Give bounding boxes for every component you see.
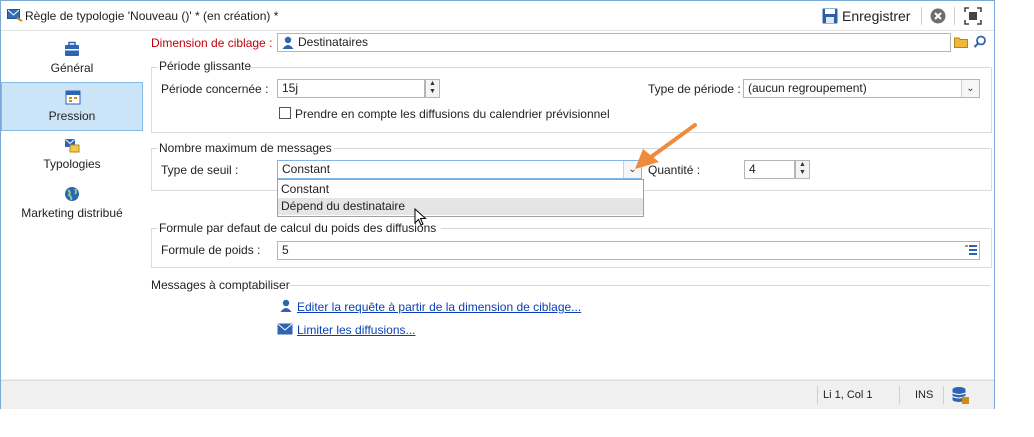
quantity-spinner[interactable]: ▲ ▼ xyxy=(795,160,810,179)
weight-formula-input[interactable]: 5 xyxy=(277,241,980,260)
threshold-type-dropdown-list: Constant Dépend du destinataire xyxy=(277,179,644,217)
sidebar-item-marketing-distribue[interactable]: Marketing distribué xyxy=(1,180,143,229)
weight-formula-label: Formule de poids : xyxy=(161,243,261,257)
annotation-arrow-icon xyxy=(635,123,697,169)
forecast-calendar-label: Prendre en compte les diffusions du cale… xyxy=(295,107,610,121)
sidebar-item-label: Typologies xyxy=(43,157,101,171)
targeting-dimension-value: Destinataires xyxy=(298,35,369,49)
window-title: Règle de typologie 'Nouveau ()' * (en cr… xyxy=(25,9,279,23)
threshold-type-select[interactable]: Constant ⌄ xyxy=(277,160,642,179)
group-divider xyxy=(289,285,990,286)
status-divider xyxy=(817,386,818,404)
maximize-icon[interactable] xyxy=(964,7,982,25)
status-bar: Li 1, Col 1 INS xyxy=(1,380,994,409)
expression-editor-icon[interactable] xyxy=(965,244,977,256)
period-type-select[interactable]: (aucun regroupement) ⌄ xyxy=(743,79,980,98)
envelope-icon xyxy=(277,323,293,335)
threshold-type-value: Constant xyxy=(282,162,331,176)
close-circle-icon[interactable] xyxy=(930,8,946,24)
insert-mode: INS xyxy=(915,389,934,401)
floppy-disk-icon xyxy=(822,8,838,24)
dropdown-option-constant[interactable]: Constant xyxy=(278,181,643,198)
dropdown-option-depends-on-recipient[interactable]: Dépend du destinataire xyxy=(278,198,643,215)
forecast-calendar-checkbox[interactable] xyxy=(279,107,291,119)
calendar-icon xyxy=(65,90,81,105)
period-input[interactable]: 15j xyxy=(277,79,425,98)
targeting-dimension-label: Dimension de ciblage : xyxy=(151,36,273,50)
person-icon xyxy=(280,299,292,312)
status-divider xyxy=(943,386,944,404)
period-type-label: Type de période : xyxy=(648,82,741,96)
sidebar-item-label: Pression xyxy=(48,109,96,123)
database-icon[interactable] xyxy=(951,386,969,404)
title-bar: Règle de typologie 'Nouveau ()' * (en cr… xyxy=(1,1,994,31)
cursor-position: Li 1, Col 1 xyxy=(823,389,873,401)
folder-icon[interactable] xyxy=(954,36,968,48)
group-divider xyxy=(151,67,157,68)
threshold-type-label: Type de seuil : xyxy=(161,163,239,177)
search-icon[interactable] xyxy=(973,35,987,49)
chevron-down-icon: ⌄ xyxy=(961,80,979,97)
targeting-dimension-field[interactable]: Destinataires xyxy=(277,33,951,52)
group-box-rolling-period xyxy=(151,67,992,133)
briefcase-icon xyxy=(65,41,79,56)
globe-icon xyxy=(65,187,79,201)
group-title-messages-count: Messages à comptabiliser xyxy=(151,278,290,292)
typology-icon xyxy=(65,139,80,153)
group-divider xyxy=(151,228,157,229)
limit-deliveries-link[interactable]: Limiter les diffusions... xyxy=(297,323,416,337)
person-icon xyxy=(282,36,294,49)
sidebar-item-typologies[interactable]: Typologies xyxy=(1,131,143,180)
period-label: Période concernée : xyxy=(161,82,269,96)
dialog-window: Règle de typologie 'Nouveau ()' * (en cr… xyxy=(0,0,995,409)
typology-rule-icon xyxy=(7,9,23,22)
mouse-cursor-icon xyxy=(414,208,427,226)
sidebar-item-general[interactable]: Général xyxy=(1,35,143,84)
sidebar-item-label: Marketing distribué xyxy=(21,206,123,220)
status-divider xyxy=(899,386,900,404)
period-spinner[interactable]: ▲ ▼ xyxy=(425,79,440,98)
toolbar-divider xyxy=(954,7,955,25)
sidebar: Général Pression Typologies Marketing di… xyxy=(1,31,143,379)
save-button[interactable]: Enregistrer xyxy=(820,7,912,25)
save-label: Enregistrer xyxy=(842,8,911,24)
toolbar-divider xyxy=(921,7,922,25)
sidebar-item-label: Général xyxy=(50,61,94,75)
group-divider xyxy=(151,148,157,149)
edit-query-link[interactable]: Editer la requête à partir de la dimensi… xyxy=(297,300,581,314)
period-type-value: (aucun regroupement) xyxy=(748,81,867,95)
quantity-input[interactable]: 4 xyxy=(744,160,795,179)
sidebar-item-pression[interactable]: Pression xyxy=(1,82,143,131)
